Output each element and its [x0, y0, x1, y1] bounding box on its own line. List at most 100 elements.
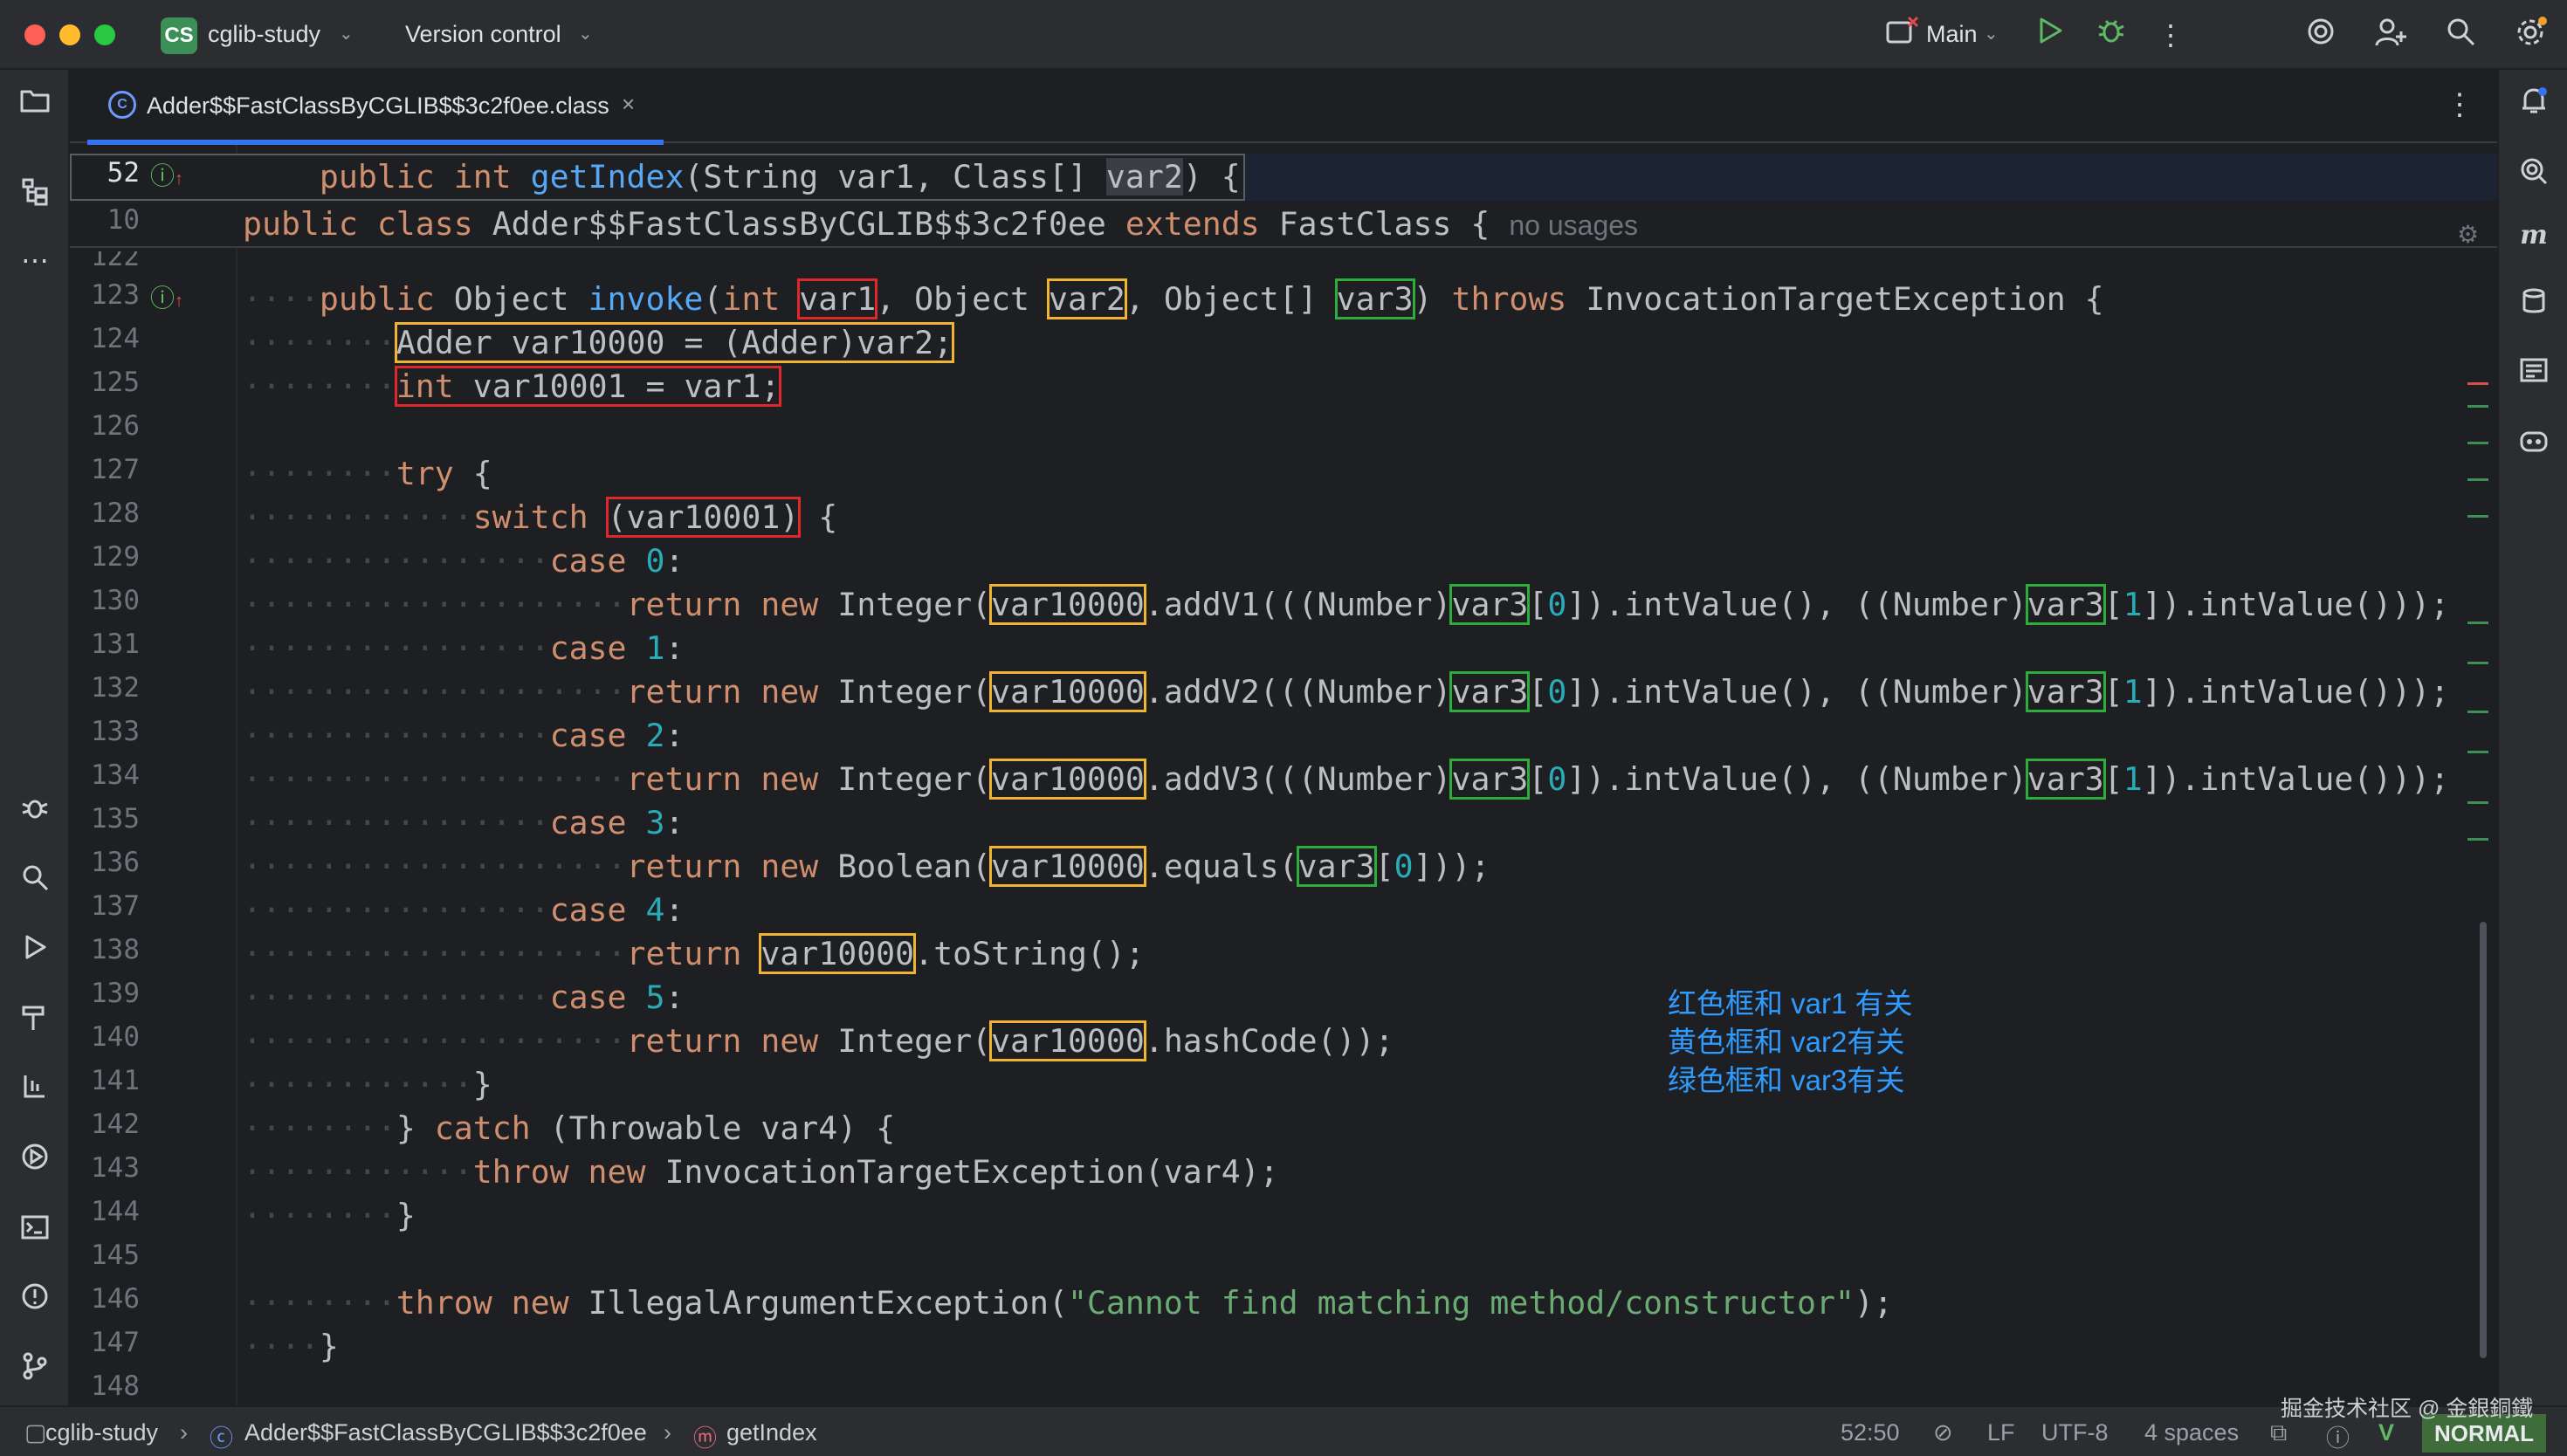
sticky-lines-panel: 52 ⓘ↑ public int getIndex(String var1, C… — [70, 154, 2497, 248]
project-folder-icon[interactable] — [16, 86, 54, 124]
change-stripe-marker[interactable] — [2467, 515, 2488, 518]
run-dashboard-icon[interactable] — [16, 1142, 54, 1180]
breadcrumb-project[interactable]: cglib-study — [45, 1419, 158, 1446]
ai-assistant-icon[interactable] — [2302, 16, 2340, 54]
problems-icon[interactable] — [16, 1281, 54, 1320]
minimize-window-button[interactable] — [59, 24, 80, 45]
inspection-icon[interactable]: ⓘ — [2326, 1419, 2350, 1453]
find-icon[interactable] — [16, 862, 54, 901]
maximize-window-button[interactable] — [94, 24, 115, 45]
file-encoding[interactable]: UTF-8 — [2041, 1419, 2109, 1446]
implements-gutter-icon[interactable]: ⓘ↑ — [150, 279, 183, 314]
documentation-icon[interactable] — [2515, 356, 2553, 395]
run-tool-icon[interactable] — [16, 932, 54, 971]
line-number: 135 — [91, 803, 140, 834]
breadcrumb-method[interactable]: getIndex — [726, 1419, 817, 1446]
code-line: ········try { — [243, 455, 492, 492]
line-number: 124 — [91, 323, 140, 354]
close-window-button[interactable] — [24, 24, 45, 45]
more-tools-icon[interactable]: ⋯ — [16, 241, 54, 279]
search-icon[interactable] — [2441, 16, 2480, 54]
change-stripe-marker[interactable] — [2467, 801, 2488, 804]
no-usages-hint[interactable]: no usages — [1509, 209, 1638, 241]
title-bar: CS cglib-study ⌄ Version control ⌄ Main … — [0, 0, 2567, 70]
change-stripe-marker[interactable] — [2467, 751, 2488, 753]
git-branch-icon[interactable] — [16, 1351, 54, 1390]
gutter-separator — [236, 145, 237, 1405]
indent-setting[interactable]: 4 spaces — [2144, 1419, 2239, 1446]
code-line: ····················return new Boolean(v… — [243, 846, 1490, 887]
change-stripe-marker[interactable] — [2467, 622, 2488, 624]
terminal-icon[interactable] — [16, 1212, 54, 1250]
more-icon[interactable]: ⋮ — [2151, 16, 2190, 54]
watermark: 掘金技术社区 @ 金銀銅鐵 — [2281, 1397, 2534, 1421]
code-line: ················case 4: — [243, 891, 685, 929]
tab-label: Adder$$FastClassByCGLIB$$3c2f0ee.class — [147, 93, 609, 119]
line-number: 133 — [91, 716, 140, 747]
notifications-bell-icon[interactable] — [2515, 86, 2553, 124]
version-control-dropdown[interactable]: Version control — [405, 21, 561, 48]
line-number: 144 — [91, 1196, 140, 1227]
code-editor[interactable]: 52 ⓘ↑ public int getIndex(String var1, C… — [70, 145, 2497, 1405]
database-icon[interactable] — [2515, 286, 2553, 325]
error-stripe-marker[interactable] — [2467, 382, 2488, 385]
debug-icon[interactable] — [2092, 16, 2130, 54]
readonly-eye-icon[interactable]: ⊘ — [1933, 1419, 1953, 1446]
line-number: 131 — [91, 628, 140, 660]
code-line: ····················return var10000.toSt… — [243, 933, 1145, 974]
line-number: 139 — [91, 978, 140, 1009]
change-stripe-marker[interactable] — [2467, 478, 2488, 481]
vim-icon[interactable]: V — [2378, 1419, 2394, 1446]
endpoints-icon[interactable] — [16, 1072, 54, 1110]
line-number: 137 — [91, 890, 140, 922]
tab-options-icon[interactable]: ⋮ — [2445, 87, 2474, 122]
change-stripe-marker[interactable] — [2467, 662, 2488, 664]
chevron-down-icon: ⌄ — [339, 24, 354, 44]
add-user-icon[interactable] — [2371, 16, 2410, 54]
run-config-icon — [1882, 14, 1921, 52]
line-number: 136 — [91, 847, 140, 878]
chevron-down-icon: ⌄ — [578, 24, 593, 44]
annotation-red: 红色框和 var1 有关 — [1668, 987, 1913, 1020]
line-number: 138 — [91, 934, 140, 965]
line-number: 134 — [91, 759, 140, 791]
code-line: ················case 2: — [243, 717, 685, 754]
line-separator[interactable]: LF — [1987, 1419, 2015, 1446]
structure-icon[interactable] — [16, 176, 54, 215]
project-badge[interactable]: CS — [161, 17, 197, 54]
change-stripe-marker[interactable] — [2467, 838, 2488, 841]
services-icon[interactable] — [16, 793, 54, 831]
code-line: ············} — [243, 1066, 492, 1103]
tab-adder-fastclass[interactable]: C Adder$$FastClassByCGLIB$$3c2f0ee.class… — [87, 70, 716, 145]
ai-chat-icon[interactable] — [2515, 155, 2553, 194]
line-number: 126 — [91, 410, 140, 442]
copilot-icon[interactable] — [2515, 426, 2553, 464]
right-tool-strip: m — [2497, 70, 2567, 1405]
run-config-dropdown[interactable]: Main — [1926, 21, 1978, 48]
close-icon[interactable]: × — [622, 91, 635, 118]
breadcrumb-class[interactable]: Adder$$FastClassByCGLIB$$3c2f0ee — [244, 1419, 647, 1446]
line-number: 146 — [91, 1283, 140, 1315]
implements-gutter-icon[interactable]: ⓘ↑ — [150, 157, 183, 192]
change-stripe-marker[interactable] — [2467, 405, 2488, 408]
line-number: 128 — [91, 498, 140, 529]
project-name-dropdown[interactable]: cglib-study — [208, 21, 320, 48]
run-icon[interactable] — [2031, 16, 2069, 54]
settings-icon[interactable] — [2511, 16, 2550, 54]
maven-icon[interactable]: m — [2515, 216, 2553, 255]
build-hammer-icon[interactable] — [16, 1002, 54, 1040]
line-number: 147 — [91, 1327, 140, 1358]
change-stripe-marker[interactable] — [2467, 711, 2488, 713]
line-number: 10 — [107, 204, 140, 236]
change-stripe-marker[interactable] — [2467, 442, 2488, 444]
vertical-scrollbar[interactable] — [2480, 922, 2487, 1358]
code-line: ····················return new Integer(v… — [243, 1020, 1394, 1061]
gear-icon[interactable]: ⚙ — [2457, 220, 2479, 249]
code-line: ················case 3: — [243, 804, 685, 841]
lock-icon[interactable]: ⧉ — [2270, 1419, 2287, 1447]
annotation-yellow: 黄色框和 var2有关 — [1668, 1026, 1905, 1058]
caret-position[interactable]: 52:50 — [1841, 1419, 1900, 1446]
code-line: ····} — [243, 1328, 339, 1365]
code-line: ············throw new InvocationTargetEx… — [243, 1153, 1279, 1191]
